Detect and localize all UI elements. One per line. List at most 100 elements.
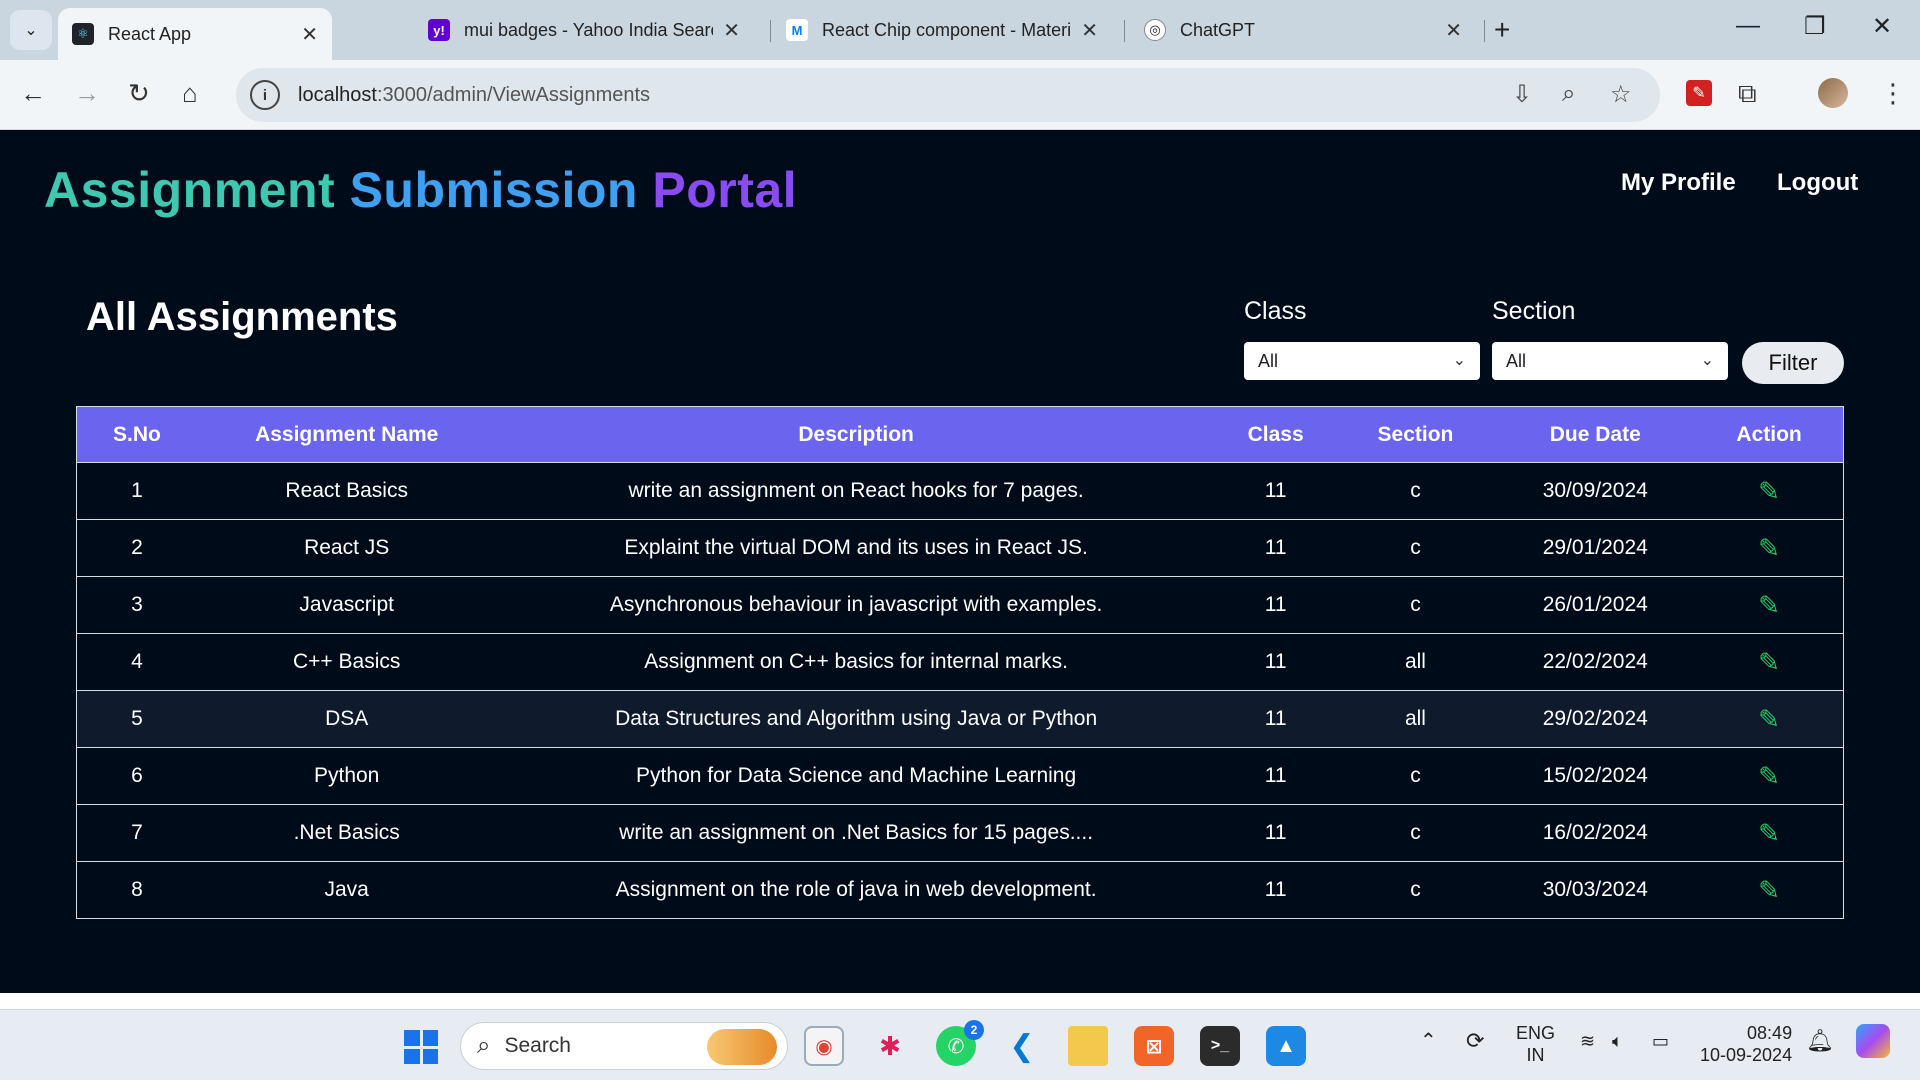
bookmark-star-icon[interactable]: ☆ <box>1610 80 1632 109</box>
pencil-icon[interactable]: ✎ <box>1758 704 1780 735</box>
restore-icon[interactable]: ❐ <box>1804 12 1826 41</box>
edit-button[interactable]: ✎ <box>1695 818 1843 849</box>
cell-description: write an assignment on React hooks for 7… <box>628 479 1084 502</box>
tab-title: mui badges - Yahoo India Searc <box>464 19 714 40</box>
mui-icon: M <box>786 19 808 41</box>
taskbar-search[interactable]: ⌕ Search <box>460 1022 788 1070</box>
tab-yahoo[interactable]: y! mui badges - Yahoo India Searc ✕ <box>414 8 754 52</box>
install-app-icon[interactable]: ⇩ <box>1512 80 1532 109</box>
edit-button[interactable]: ✎ <box>1695 875 1843 906</box>
filter-button[interactable]: Filter <box>1742 342 1844 384</box>
cell-due-date: 29/01/2024 <box>1542 536 1648 559</box>
tab-title: React App <box>108 23 192 44</box>
table-row: 1 React Basics write an assignment on Re… <box>77 462 1843 519</box>
close-icon[interactable]: ✕ <box>723 18 740 43</box>
extension-icon[interactable]: ✎ <box>1686 80 1712 106</box>
windows-start-icon[interactable] <box>404 1030 438 1064</box>
brand-word-1: Assignment <box>44 162 336 218</box>
extensions-puzzle-icon[interactable]: ⧉ <box>1738 78 1757 110</box>
whatsapp-icon[interactable]: ✆ 2 <box>936 1020 984 1066</box>
cell-class: 11 <box>1264 821 1287 844</box>
wifi-icon[interactable]: ≋ <box>1580 1030 1595 1052</box>
sync-icon[interactable]: ⟳ <box>1466 1030 1484 1052</box>
cell-section: c <box>1410 536 1421 559</box>
assignments-table: S.No Assignment Name Description Class S… <box>76 406 1844 919</box>
tab-react-app[interactable]: ⚛ React App ✕ <box>58 8 332 60</box>
pencil-icon[interactable]: ✎ <box>1758 590 1780 621</box>
tab-search-button[interactable]: ⌄ <box>10 10 52 50</box>
chevron-down-icon: ⌄ <box>1700 352 1714 369</box>
browser-menu-icon[interactable]: ⋮ <box>1880 78 1906 109</box>
cell-due-date: 22/02/2024 <box>1542 650 1648 673</box>
xampp-icon[interactable]: ⊠ <box>1134 1026 1174 1066</box>
header-description: Description <box>798 422 914 446</box>
cell-class: 11 <box>1264 593 1287 616</box>
cell-sno: 4 <box>131 650 143 673</box>
notification-bell-icon[interactable]: 🔔︎ <box>1806 1030 1834 1052</box>
pencil-icon[interactable]: ✎ <box>1758 761 1780 792</box>
photos-icon[interactable]: ▲ <box>1266 1026 1306 1066</box>
window-close-icon[interactable]: ✕ <box>1872 12 1892 41</box>
taskbar: ⌕ Search ◉ ✱ ✆ 2 ❮ ⊠ >_ ▲ ⌃ ⟳ ENG IN ≋ 🔈︎… <box>0 1009 1920 1080</box>
cell-sno: 6 <box>131 764 143 787</box>
edit-button[interactable]: ✎ <box>1695 761 1843 792</box>
cell-sno: 3 <box>131 593 143 616</box>
vscode-icon[interactable]: ❮ <box>1002 1026 1042 1066</box>
file-explorer-icon[interactable] <box>1068 1026 1108 1066</box>
reload-icon[interactable]: ↻ <box>128 78 150 109</box>
cell-description: Explaint the virtual DOM and its uses in… <box>624 536 1088 559</box>
tab-chatgpt[interactable]: ◎ ChatGPT ✕ <box>1130 8 1476 52</box>
battery-icon[interactable]: ▭ <box>1652 1030 1669 1052</box>
profile-avatar[interactable] <box>1818 78 1848 108</box>
chevron-up-icon[interactable]: ⌃ <box>1420 1030 1437 1052</box>
section-filter-label: Section <box>1492 297 1576 325</box>
pencil-icon[interactable]: ✎ <box>1758 533 1780 564</box>
volume-icon[interactable]: 🔈︎ <box>1612 1030 1623 1052</box>
section-select[interactable]: All ⌄ <box>1492 342 1728 380</box>
tab-mui[interactable]: M React Chip component - Materi ✕ <box>772 8 1112 52</box>
pencil-icon[interactable]: ✎ <box>1758 875 1780 906</box>
zoom-icon[interactable]: ⌕ <box>1562 80 1575 108</box>
new-tab-button[interactable]: + <box>1494 14 1510 46</box>
pencil-icon[interactable]: ✎ <box>1758 647 1780 678</box>
chrome-icon[interactable]: ◉ <box>804 1026 844 1066</box>
language-code: ENG <box>1516 1023 1556 1043</box>
my-profile-link[interactable]: My Profile <box>1621 169 1736 197</box>
close-icon[interactable]: ✕ <box>1081 18 1098 43</box>
cell-description: Assignment on C++ basics for internal ma… <box>644 650 1068 673</box>
pencil-icon[interactable]: ✎ <box>1758 818 1780 849</box>
terminal-icon[interactable]: >_ <box>1200 1026 1240 1066</box>
close-icon[interactable]: ✕ <box>1445 18 1462 43</box>
language-indicator[interactable]: ENG IN <box>1516 1022 1555 1066</box>
address-bar[interactable]: i localhost:3000/admin/ViewAssignments ⇩… <box>236 68 1660 122</box>
edit-button[interactable]: ✎ <box>1695 647 1843 678</box>
search-placeholder: Search <box>504 1034 571 1057</box>
edit-button[interactable]: ✎ <box>1695 533 1843 564</box>
minimize-icon[interactable]: — <box>1736 12 1760 40</box>
cell-description: Data Structures and Algorithm using Java… <box>615 707 1098 730</box>
cell-section: c <box>1410 479 1421 502</box>
edit-button[interactable]: ✎ <box>1695 476 1843 507</box>
table-row: 5 DSA Data Structures and Algorithm usin… <box>77 690 1843 747</box>
table-header-row: S.No Assignment Name Description Class S… <box>77 407 1843 462</box>
url-path: :3000/admin/ViewAssignments <box>376 83 651 106</box>
close-icon[interactable]: ✕ <box>301 22 318 47</box>
site-info-icon[interactable]: i <box>250 80 280 110</box>
cell-sno: 8 <box>131 878 143 901</box>
clock[interactable]: 08:49 10-09-2024 <box>1700 1022 1792 1066</box>
edit-button[interactable]: ✎ <box>1695 590 1843 621</box>
browser-tab-bar: ⌄ ⚛ React App ✕ y! mui badges - Yahoo In… <box>0 0 1920 60</box>
pencil-icon[interactable]: ✎ <box>1758 476 1780 507</box>
home-icon[interactable]: ⌂ <box>182 78 198 109</box>
cell-name: Javascript <box>299 593 394 616</box>
slack-icon[interactable]: ✱ <box>870 1026 910 1066</box>
edit-button[interactable]: ✎ <box>1695 704 1843 735</box>
class-select[interactable]: All ⌄ <box>1244 342 1480 380</box>
copilot-icon[interactable] <box>1856 1024 1890 1058</box>
url-text[interactable]: localhost:3000/admin/ViewAssignments <box>298 84 650 107</box>
forward-icon[interactable]: → <box>74 78 100 109</box>
tab-title: React Chip component - Materi <box>822 19 1072 40</box>
cell-section: c <box>1410 878 1421 901</box>
logout-link[interactable]: Logout <box>1777 169 1858 197</box>
back-icon[interactable]: ← <box>20 78 46 109</box>
